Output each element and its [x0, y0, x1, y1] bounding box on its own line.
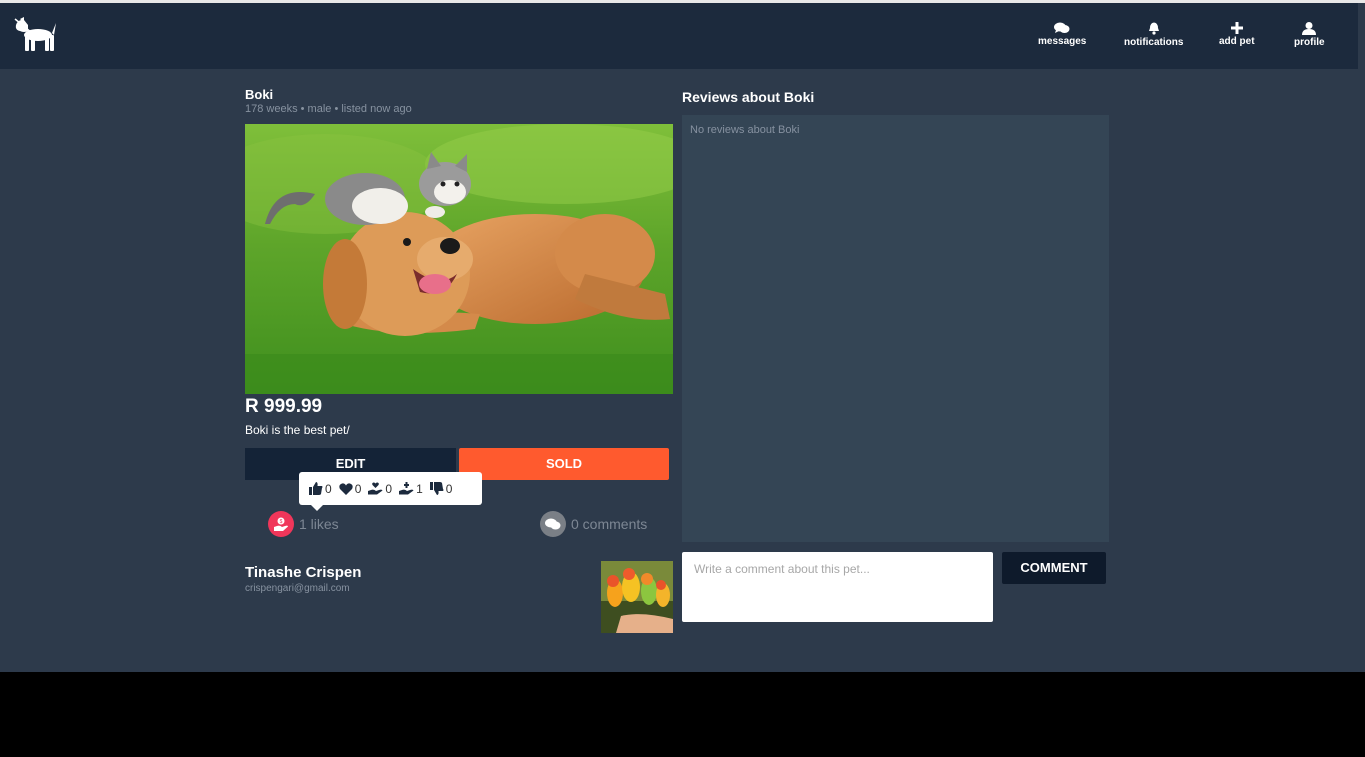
- reviews-title: Reviews about Boki: [682, 89, 815, 105]
- comment-button[interactable]: COMMENT: [1002, 552, 1106, 584]
- page-edge: [1358, 3, 1365, 672]
- reaction-adopt[interactable]: 1: [399, 482, 423, 496]
- navbar: messages notifications add pet profile: [0, 3, 1358, 69]
- nav-add-pet[interactable]: add pet: [1219, 22, 1255, 47]
- user-icon: [1302, 22, 1317, 35]
- reaction-like-count: 0: [325, 481, 332, 496]
- dog-logo-icon[interactable]: [12, 15, 58, 55]
- likes-counter[interactable]: $ 1 likes: [268, 511, 339, 537]
- pet-description: Boki is the best pet/: [245, 423, 350, 437]
- svg-text:$: $: [280, 519, 283, 525]
- nav-messages-label: messages: [1038, 36, 1087, 47]
- nav-profile[interactable]: profile: [1294, 22, 1325, 48]
- reaction-dislike[interactable]: 0: [429, 481, 453, 496]
- reviews-empty-text: No reviews about Boki: [690, 124, 800, 136]
- chat-bubbles-icon: [1054, 22, 1070, 33]
- nav-profile-label: profile: [1294, 37, 1325, 48]
- reaction-dislike-count: 0: [445, 481, 453, 496]
- reaction-love-count: 0: [354, 481, 362, 496]
- nav-notifications-label: notifications: [1124, 37, 1184, 48]
- pet-name: Boki: [245, 87, 274, 102]
- main-content: Boki 178 weeks • male • listed now ago R…: [0, 69, 1358, 672]
- comments-text: 0 comments: [571, 516, 648, 532]
- reaction-adopt-count: 1: [416, 481, 423, 496]
- reaction-care-count: 0: [385, 481, 393, 496]
- pet-price: R 999.99: [245, 396, 323, 417]
- owner-email: crispengari@gmail.com: [245, 583, 350, 594]
- sold-button[interactable]: SOLD: [459, 448, 669, 480]
- nav-notifications[interactable]: notifications: [1124, 22, 1183, 48]
- thumbs-down-icon: [429, 482, 444, 495]
- pet-meta: 178 weeks • male • listed now ago: [245, 103, 412, 115]
- chat-bubbles-badge-icon: [540, 511, 566, 537]
- reaction-love[interactable]: 0: [339, 481, 362, 496]
- hand-heart-icon: [368, 482, 383, 495]
- owner-name[interactable]: Tinashe Crispen: [245, 564, 361, 581]
- thumbs-up-icon: [309, 482, 323, 495]
- reaction-care[interactable]: 0: [368, 482, 392, 496]
- nav-add-pet-label: add pet: [1219, 36, 1255, 47]
- pet-photo: [245, 124, 673, 394]
- reaction-like[interactable]: 0: [309, 482, 332, 496]
- likes-text: 1 likes: [299, 516, 339, 532]
- hand-dollar-badge-icon: $: [268, 511, 294, 537]
- heart-icon: [339, 482, 353, 495]
- comments-counter[interactable]: 0 comments: [540, 511, 647, 537]
- hand-dollar-icon: [399, 482, 414, 495]
- plus-icon: [1230, 22, 1243, 34]
- bell-icon: [1148, 22, 1159, 35]
- nav-messages[interactable]: messages: [1038, 22, 1086, 47]
- owner-avatar[interactable]: [601, 561, 673, 633]
- reviews-list: No reviews about Boki: [682, 115, 1109, 542]
- comment-input[interactable]: [682, 552, 993, 622]
- reactions-popover: 0 0 0 1 0: [299, 472, 482, 511]
